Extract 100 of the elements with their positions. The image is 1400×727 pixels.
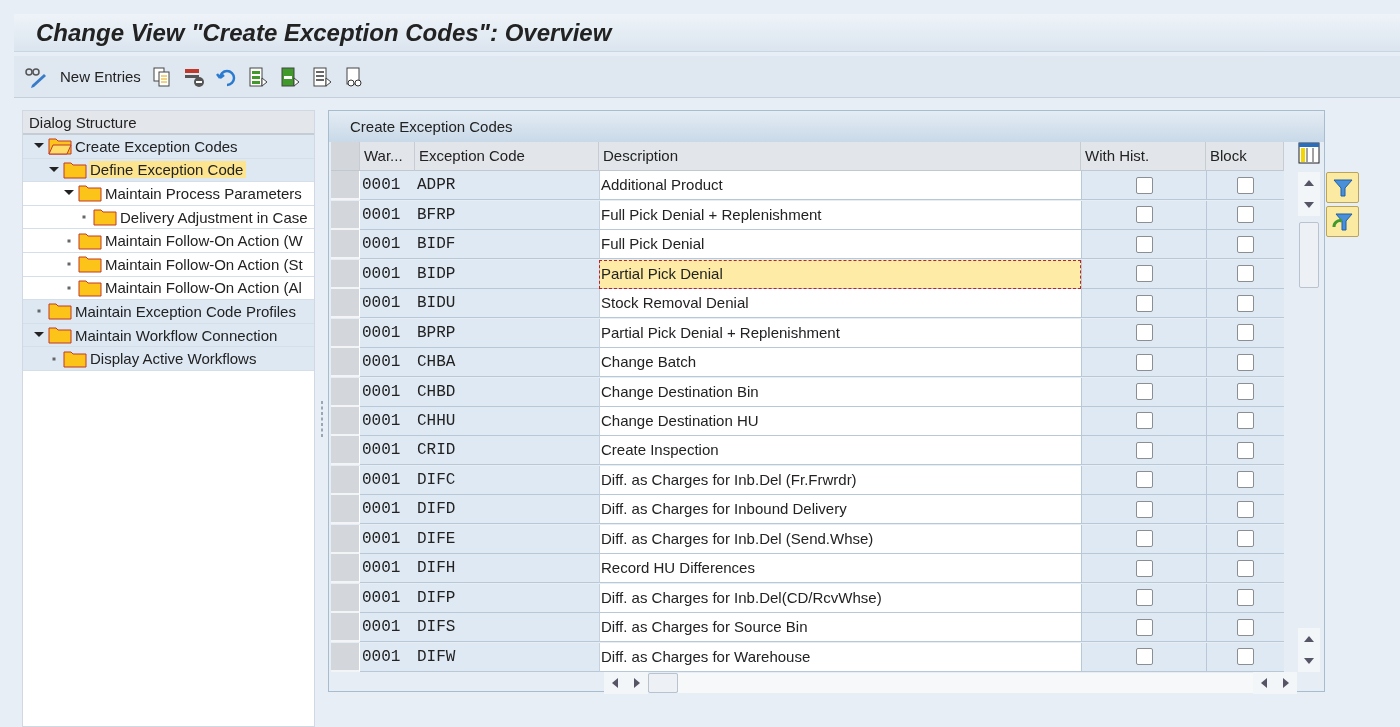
folder-icon [48, 137, 72, 156]
column-header[interactable]: War... [360, 142, 415, 171]
caret-up-icon [1304, 180, 1314, 186]
tree-item[interactable]: Maintain Follow-On Action (St [104, 255, 306, 273]
checkbox[interactable] [1135, 471, 1153, 489]
tree-item[interactable]: Maintain Follow-On Action (Al [104, 279, 305, 297]
table-cell: ADPR [415, 171, 599, 201]
checkbox[interactable] [1237, 500, 1254, 518]
table-cell: 0001 [360, 554, 415, 584]
table-cell: BPRP [415, 318, 599, 348]
column-settings-icon[interactable] [1298, 142, 1320, 164]
table-cell: 0001 [360, 318, 415, 348]
column-header[interactable]: With Hist. [1081, 142, 1206, 171]
caret-right-icon [1283, 678, 1289, 688]
checkbox[interactable] [1135, 383, 1153, 400]
checkbox[interactable] [1237, 412, 1254, 430]
checkbox[interactable] [1135, 618, 1153, 636]
table-cell: CHBA [415, 348, 599, 378]
column-header[interactable]: Description [599, 142, 1081, 171]
checkbox[interactable] [1135, 206, 1153, 224]
checkbox[interactable] [1237, 265, 1254, 283]
splitter-handle-icon[interactable] [319, 398, 324, 439]
scroll-right-button[interactable] [1275, 672, 1297, 694]
table-cell: Stock Removal Denial [599, 289, 1081, 319]
table-cell: Full Pick Denial [599, 230, 1081, 260]
scroll-down-button[interactable] [1298, 650, 1320, 672]
table-cell: Change Destination HU [599, 406, 1081, 436]
table-cell: 0001 [360, 200, 415, 230]
table-cell: CRID [415, 436, 599, 466]
checkbox[interactable] [1135, 648, 1153, 666]
folder-icon [48, 326, 72, 345]
table-cell: BIDP [415, 259, 599, 289]
checkbox[interactable] [1237, 559, 1254, 577]
table-cell: Diff. as Charges for Inb.Del (Fr.Frwrdr) [599, 465, 1081, 495]
folder-icon [78, 255, 102, 274]
checkbox[interactable] [1135, 412, 1153, 430]
checkbox[interactable] [1135, 530, 1153, 548]
scroll-up-button[interactable] [1298, 628, 1320, 650]
checkbox[interactable] [1237, 471, 1254, 489]
table-cell: Diff. as Charges for Inb.Del (Send.Whse) [599, 524, 1081, 554]
table-cell: 0001 [360, 171, 415, 201]
scroll-down-button[interactable] [1298, 194, 1320, 216]
table-cell: DIFD [415, 495, 599, 525]
table-cell: 0001 [360, 406, 415, 436]
checkbox[interactable] [1135, 500, 1153, 518]
column-header[interactable]: Block [1206, 142, 1284, 171]
checkbox[interactable] [1237, 235, 1254, 253]
new-entries-button[interactable]: New Entries [22, 63, 143, 90]
table-cell: Create Inspection [599, 436, 1081, 466]
checkbox[interactable] [1237, 383, 1254, 400]
checkbox[interactable] [1237, 530, 1254, 548]
table-cell: 0001 [360, 377, 415, 407]
column-header[interactable]: Exception Code [415, 142, 599, 171]
reset-filter-button[interactable] [1326, 206, 1359, 237]
tree-item[interactable]: Maintain Process Parameters [104, 185, 305, 202]
table-cell: Diff. as Charges for Warehouse [599, 642, 1081, 672]
table-cell: 0001 [360, 259, 415, 289]
caret-left-icon [612, 678, 618, 688]
checkbox[interactable] [1237, 353, 1254, 371]
tree-item[interactable]: Define Exception Code [89, 161, 247, 179]
scroll-up-button[interactable] [1298, 172, 1320, 194]
table-cell: Partial Pick Denial [599, 259, 1081, 289]
table-cell: CHHU [415, 406, 599, 436]
scrollbar-thumb[interactable] [1299, 222, 1319, 288]
scrollbar-thumb[interactable] [648, 673, 678, 693]
checkbox[interactable] [1135, 265, 1153, 283]
table-cell: 0001 [360, 642, 415, 672]
table-cell: Diff. as Charges for Inbound Delivery [599, 495, 1081, 525]
table-cell: 0001 [360, 289, 415, 319]
checkbox[interactable] [1135, 294, 1153, 312]
filter-button[interactable] [1326, 172, 1359, 203]
table-cell: BFRP [415, 200, 599, 230]
checkbox[interactable] [1135, 559, 1153, 577]
table-cell: Record HU Differences [599, 554, 1081, 584]
checkbox[interactable] [1135, 324, 1153, 342]
table-cell: Diff. as Charges for Inb.Del(CD/RcvWhse) [599, 583, 1081, 613]
checkbox[interactable] [1135, 589, 1153, 607]
scroll-right-button[interactable] [626, 672, 648, 694]
checkbox[interactable] [1237, 176, 1254, 194]
table-cell: DIFS [415, 613, 599, 643]
table-cell: BIDF [415, 230, 599, 260]
scroll-left-button[interactable] [604, 672, 626, 694]
table-cell: 0001 [360, 230, 415, 260]
table-cell: 0001 [360, 465, 415, 495]
checkbox[interactable] [1237, 441, 1254, 459]
checkbox[interactable] [1237, 648, 1254, 666]
checkbox[interactable] [1135, 235, 1153, 253]
checkbox[interactable] [1135, 441, 1153, 459]
tree-item[interactable]: Delivery Adjustment in Case [119, 208, 311, 226]
checkbox[interactable] [1237, 206, 1254, 224]
table-cell: Change Batch [599, 348, 1081, 378]
checkbox[interactable] [1237, 589, 1254, 607]
checkbox[interactable] [1237, 618, 1254, 636]
checkbox[interactable] [1135, 176, 1153, 194]
checkbox[interactable] [1237, 294, 1254, 312]
checkbox[interactable] [1135, 353, 1153, 371]
checkbox[interactable] [1237, 324, 1254, 342]
table-cell: 0001 [360, 524, 415, 554]
tree-item[interactable]: Maintain Follow-On Action (W [104, 232, 306, 250]
table-cell: DIFC [415, 465, 599, 495]
